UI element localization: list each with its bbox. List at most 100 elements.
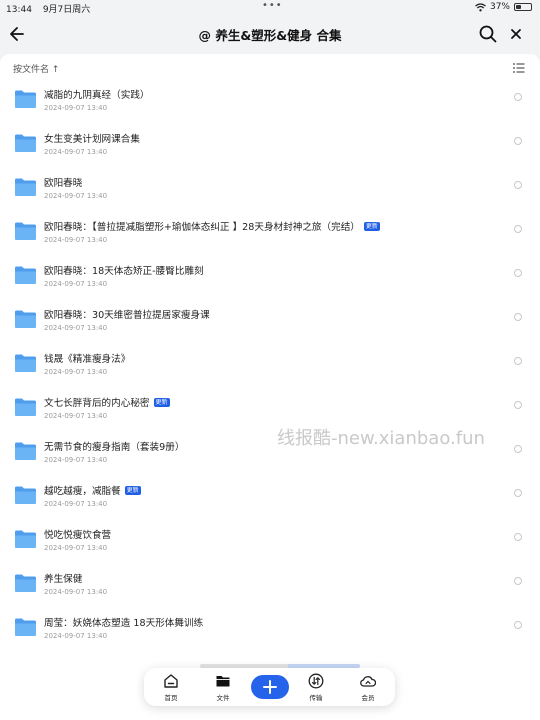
file-row[interactable]: 养生保健 2024-09-07 13:40	[0, 562, 540, 606]
folder-icon	[15, 354, 36, 372]
file-row[interactable]: 越吃越瘦，减脂餐 更新 2024-09-07 13:40	[0, 474, 540, 518]
select-radio[interactable]	[514, 137, 522, 145]
plus-icon	[263, 680, 277, 694]
file-list-panel: 按文件名 ↑ 减脂的九阴真经（实践） 2024-09-07 13:40 女生变美计划…	[0, 54, 540, 720]
sort-label: 按文件名 ↑	[13, 65, 60, 75]
status-bar: 13:44 9月7日周六 ••• 37%	[0, 0, 540, 15]
watermark: 线报酷-new.xianbao.fun	[277, 428, 485, 449]
file-name-line: 无需节食的瘦身指南（套装9册）	[44, 439, 184, 453]
file-date: 2024-09-07 13:40	[44, 412, 108, 420]
file-name: 文七长胖背后的内心秘密	[44, 398, 150, 409]
close-icon[interactable]	[506, 23, 526, 45]
file-name: 欧阳春晓	[44, 178, 83, 189]
file-name: 悦吃悦瘦饮食营	[44, 530, 112, 541]
file-date: 2024-09-07 13:40	[44, 632, 108, 640]
file-name-line: 文七长胖背后的内心秘密 更新	[44, 395, 170, 409]
file-name: 女生变美计划网课合集	[44, 134, 140, 145]
file-name: 周莹：妖娆体态塑造 18天形体舞训练	[44, 618, 204, 629]
update-badge: 更新	[153, 397, 170, 407]
folder-icon	[15, 530, 36, 548]
file-date: 2024-09-07 13:40	[44, 324, 108, 332]
battery-icon	[514, 3, 532, 11]
tab-member[interactable]: 会员	[348, 673, 388, 703]
folder-icon	[15, 310, 36, 328]
file-name-line: 周莹：妖娆体态塑造 18天形体舞训练	[44, 615, 203, 629]
file-date: 2024-09-07 13:40	[44, 544, 108, 552]
select-radio[interactable]	[514, 313, 522, 321]
file-name: 无需节食的瘦身指南（套装9册）	[44, 442, 185, 453]
file-row[interactable]: 欧阳春晓：30天维密普拉提居家瘦身课 2024-09-07 13:40	[0, 298, 540, 342]
file-date: 2024-09-07 13:40	[44, 148, 108, 156]
tab-transfer-label: 传输	[309, 694, 323, 702]
select-radio[interactable]	[514, 621, 522, 629]
folder-icon	[15, 222, 36, 240]
folder-icon	[15, 442, 36, 460]
file-row[interactable]: 悦吃悦瘦饮食营 2024-09-07 13:40	[0, 518, 540, 562]
update-badge: 更新	[124, 485, 141, 495]
file-name: 养生保健	[44, 574, 83, 585]
tab-home-label: 首页	[164, 694, 178, 702]
file-name-line: 越吃越瘦，减脂餐 更新	[44, 483, 141, 497]
file-name-line: 悦吃悦瘦饮食营	[44, 527, 111, 541]
title-bar: @ 养生&塑形&健身 合集	[0, 14, 540, 54]
file-date: 2024-09-07 13:40	[44, 368, 108, 376]
tab-home[interactable]: 首页	[151, 673, 191, 703]
battery-fill	[516, 5, 522, 9]
file-name-line: 钱晟《精准瘦身法》	[44, 351, 130, 365]
select-radio[interactable]	[514, 357, 522, 365]
select-radio[interactable]	[514, 93, 522, 101]
sort-button[interactable]: 按文件名 ↑	[13, 62, 59, 75]
select-radio[interactable]	[514, 401, 522, 409]
tab-files[interactable]: 文件	[203, 673, 243, 703]
file-name-line: 养生保健	[44, 571, 82, 585]
file-row[interactable]: 减脂的九阴真经（实践） 2024-09-07 13:40	[0, 78, 540, 122]
search-icon[interactable]	[477, 23, 499, 45]
file-row[interactable]: 欧阳春晓：【普拉提减脂塑形+瑜伽体态纠正 】28天身材封神之旅（完结） 更新 202…	[0, 210, 540, 254]
folder-icon	[15, 266, 36, 284]
select-radio[interactable]	[514, 489, 522, 497]
file-row[interactable]: 周莹：妖娆体态塑造 18天形体舞训练 2024-09-07 13:40	[0, 606, 540, 650]
multitask-dots-icon[interactable]: •••	[262, 0, 283, 11]
folder-icon	[15, 134, 36, 152]
page-title: @ 养生&塑形&健身 合集	[198, 28, 342, 43]
select-radio[interactable]	[514, 225, 522, 233]
wifi-icon	[475, 2, 486, 11]
file-date: 2024-09-07 13:40	[44, 236, 108, 244]
select-radio[interactable]	[514, 577, 522, 585]
cloud-member-icon	[360, 676, 376, 687]
list-view-icon[interactable]	[512, 61, 526, 75]
file-name-line: 女生变美计划网课合集	[44, 131, 140, 145]
home-icon	[164, 674, 178, 688]
folder-tab-icon	[216, 676, 230, 687]
bottom-tab-bar: 首页 文件 传输 会员	[144, 668, 395, 706]
file-name: 钱晟《精准瘦身法》	[44, 354, 131, 365]
file-row[interactable]: 欧阳春晓 2024-09-07 13:40	[0, 166, 540, 210]
battery-text: 37%	[489, 2, 510, 12]
select-radio[interactable]	[514, 181, 522, 189]
tab-files-label: 文件	[216, 694, 230, 702]
folder-icon	[15, 398, 36, 416]
file-name: 越吃越瘦，减脂餐	[44, 486, 121, 497]
file-name: 减脂的九阴真经（实践）	[44, 90, 150, 101]
file-name-line: 欧阳春晓	[44, 175, 82, 189]
file-date: 2024-09-07 13:40	[44, 456, 108, 464]
file-list: 减脂的九阴真经（实践） 2024-09-07 13:40 女生变美计划网课合集 202…	[0, 78, 540, 650]
tab-transfer[interactable]: 传输	[296, 673, 336, 703]
file-name-line: 欧阳春晓：【普拉提减脂塑形+瑜伽体态纠正 】28天身材封神之旅（完结） 更新	[44, 219, 380, 233]
file-date: 2024-09-07 13:40	[44, 500, 108, 508]
file-name: 欧阳春晓：18天体态矫正-腰臀比雕刻	[44, 266, 204, 277]
file-date: 2024-09-07 13:40	[44, 104, 108, 112]
folder-icon	[15, 618, 36, 636]
file-date: 2024-09-07 13:40	[44, 280, 108, 288]
file-row[interactable]: 钱晟《精准瘦身法》 2024-09-07 13:40	[0, 342, 540, 386]
add-button[interactable]	[251, 675, 289, 699]
select-radio[interactable]	[514, 445, 522, 453]
select-radio[interactable]	[514, 269, 522, 277]
file-name-line: 欧阳春晓：18天体态矫正-腰臀比雕刻	[44, 263, 204, 277]
select-radio[interactable]	[514, 533, 522, 541]
file-row[interactable]: 欧阳春晓：18天体态矫正-腰臀比雕刻 2024-09-07 13:40	[0, 254, 540, 298]
file-row[interactable]: 女生变美计划网课合集 2024-09-07 13:40	[0, 122, 540, 166]
file-date: 2024-09-07 13:40	[44, 192, 108, 200]
folder-icon	[15, 90, 36, 108]
status-right: 37%	[475, 2, 532, 12]
